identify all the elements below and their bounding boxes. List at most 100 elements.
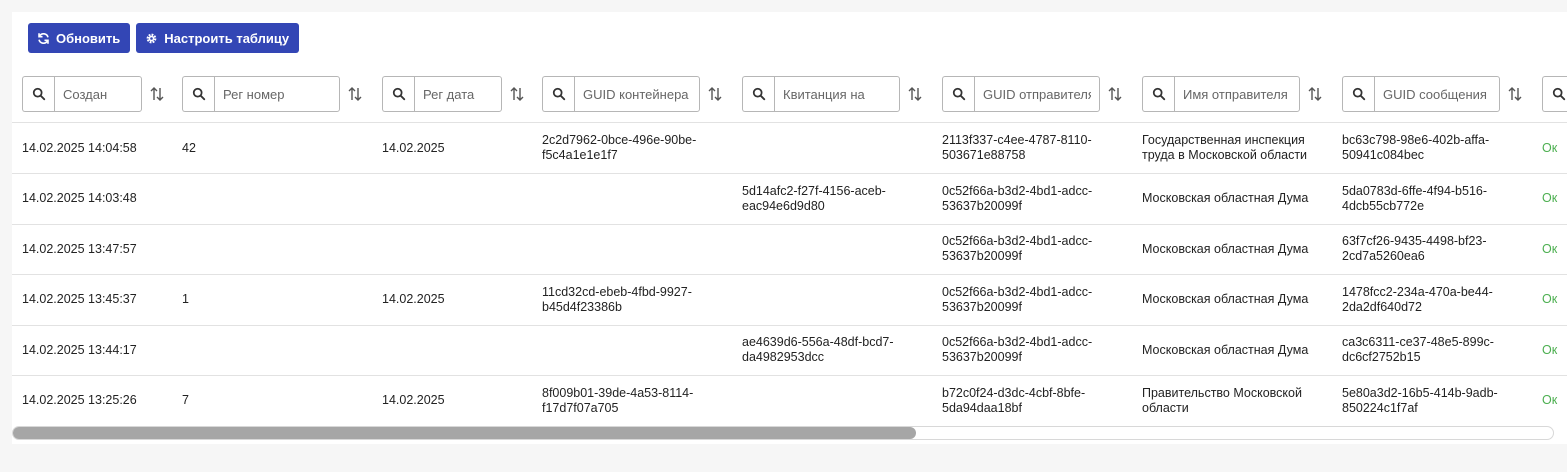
cell-reg-date: 14.02.2025 — [382, 123, 445, 173]
search-icon[interactable] — [182, 76, 214, 112]
table-row[interactable]: 14.02.2025 13:44:17 ae4639d6-556a-48df-bc… — [12, 325, 1567, 376]
column-filter-sender-guid — [942, 76, 1122, 112]
cell-text: 14.02.2025 — [382, 393, 445, 407]
cell-line: 8f009b01-39de-4a53-8114- — [542, 385, 694, 400]
table-panel: Обновить Настроить таблицу 14.02.2025 14… — [12, 12, 1567, 444]
cell-line: 4dcb55cb772e — [1342, 198, 1425, 213]
cell-text: 14.02.2025 — [382, 292, 445, 306]
sort-arrows-icon[interactable] — [510, 86, 524, 102]
cell-reg-number: 7 — [182, 376, 189, 425]
search-icon[interactable] — [1142, 76, 1174, 112]
cell-line: Московская областная Дума — [1142, 292, 1309, 306]
toolbar: Обновить Настроить таблицу — [28, 23, 300, 53]
cell-sender-name: Московская областная Дума — [1142, 224, 1308, 274]
cell-line: Московская областная Дума — [1142, 241, 1309, 256]
cell-line: 2da2df640d72 — [1342, 299, 1422, 314]
cell-receipt-for: 5d14afc2-f27f-4156-aceb-eac94e6d9d80 — [742, 174, 886, 224]
cell-message-guid: 1478fcc2-234a-470a-be44- 2da2df640d72 — [1342, 275, 1493, 325]
cell-container-guid: 2c2d7962-0bce-496e-90be-f5c4a1e1e1f7 — [542, 123, 696, 173]
sort-arrows-icon[interactable] — [1308, 86, 1322, 102]
cell-text: 14.02.2025 13:25:26 — [22, 393, 137, 407]
cell-message-guid: 5da0783d-6ffe-4f94-b516- 4dcb55cb772e — [1342, 174, 1487, 224]
cell-sender-guid: 2113f337-c4ee-4787-8110- 503671e88758 — [942, 123, 1092, 173]
cell-created: 14.02.2025 13:44:17 — [22, 325, 137, 375]
cell-line: ae4639d6-556a-48df-bcd7- — [742, 335, 894, 349]
sort-arrows-icon[interactable] — [348, 86, 362, 102]
sort-arrows-icon[interactable] — [708, 86, 722, 102]
cell-line: 53637b20099f — [942, 249, 1022, 263]
table-row[interactable]: 14.02.2025 14:04:58 42 14.02.2025 2c2d7962-… — [12, 123, 1567, 174]
table-row[interactable]: 14.02.2025 13:47:57 0c52f66a-b3d2-4bd1-ad… — [12, 224, 1567, 275]
cell-line: 2c2d7962-0bce-496e-90be- — [542, 133, 697, 147]
cell-line: 53637b20099f — [942, 299, 1022, 314]
column-filter-message-guid — [1342, 76, 1522, 112]
cell-line: Московская областная Дума — [1142, 342, 1309, 357]
cell-text: 14.02.2025 13:47:57 — [22, 241, 137, 256]
cell-line: 850224c1f7af — [1342, 400, 1418, 415]
sort-arrows-icon[interactable] — [1108, 86, 1122, 102]
column-filter-reg-date — [382, 76, 524, 112]
cell-container-guid: 8f009b01-39de-4a53-8114- f17d7f07a705 — [542, 376, 693, 425]
filter-input-reg-date[interactable] — [414, 76, 502, 112]
column-filter-next — [1542, 76, 1567, 112]
horizontal-scrollbar[interactable] — [12, 426, 1554, 440]
cell-line: области — [1142, 400, 1189, 415]
filter-input-sender-name[interactable] — [1174, 76, 1300, 112]
cell-line: Московская областная Дума — [1142, 191, 1309, 205]
cell-reg-date: 14.02.2025 — [382, 275, 445, 325]
search-icon[interactable] — [1542, 76, 1567, 112]
table-row[interactable]: 14.02.2025 13:45:37 1 14.02.2025 11cd32cd-e… — [12, 275, 1567, 326]
table-row[interactable]: 14.02.2025 13:25:26 7 14.02.2025 8f009b01-3… — [12, 376, 1567, 425]
search-icon[interactable] — [22, 76, 54, 112]
cell-line: 2cd7a5260ea6 — [1342, 249, 1425, 263]
filter-input-reg-number[interactable] — [214, 76, 340, 112]
cell-sender-guid: b72c0f24-d3dc-4cbf-8bfe- 5da94daa18bf — [942, 376, 1085, 425]
scrollbar-thumb[interactable] — [13, 427, 916, 439]
sort-arrows-icon[interactable] — [1508, 86, 1522, 102]
cell-line: 5da94daa18bf — [942, 400, 1022, 415]
cell-message-guid: ca3c6311-ce37-48e5-899c-dc6cf2752b15 — [1342, 325, 1494, 375]
cell-container-guid: 11cd32cd-ebeb-4fbd-9927- b45d4f23386b — [542, 275, 692, 325]
filter-input-message-guid[interactable] — [1374, 76, 1500, 112]
cell-text: 14.02.2025 14:03:48 — [22, 191, 137, 205]
sort-arrows-icon[interactable] — [908, 86, 922, 102]
cell-status: Ок — [1542, 191, 1558, 205]
cell-line: 0c52f66a-b3d2-4bd1-adcc- — [942, 284, 1093, 299]
filter-input-receipt-for[interactable] — [774, 76, 900, 112]
cell-line: b45d4f23386b — [542, 299, 622, 314]
cell-status: Ок — [1542, 140, 1558, 155]
cell-text: 14.02.2025 — [382, 140, 445, 155]
cell-line: dc6cf2752b15 — [1342, 350, 1421, 364]
column-filter-reg-number — [182, 76, 362, 112]
gear-icon — [146, 33, 157, 43]
cell-sender-name: Правительство Московской области — [1142, 376, 1302, 425]
cell-line: f17d7f07a705 — [542, 400, 619, 415]
cell-line: 5e80a3d2-16b5-414b-9adb- — [1342, 385, 1498, 400]
cell-created: 14.02.2025 13:45:37 — [22, 275, 137, 325]
cell-status: Ок — [1542, 393, 1558, 407]
cell-line: 63f7cf26-9435-4498-bf23- — [1342, 234, 1487, 248]
cell-line: 0c52f66a-b3d2-4bd1-adcc- — [942, 183, 1093, 198]
search-icon[interactable] — [1342, 76, 1374, 112]
search-icon[interactable] — [742, 76, 774, 112]
filter-input-container-guid[interactable] — [574, 76, 700, 112]
table-row[interactable]: 14.02.2025 14:03:48 5d14afc2-f27f-4156-ac… — [12, 174, 1567, 225]
cell-reg-date: 14.02.2025 — [382, 376, 445, 425]
filter-input-sender-guid[interactable] — [974, 76, 1100, 112]
cell-status: Ок — [1542, 342, 1558, 357]
cell-reg-number: 42 — [182, 123, 196, 173]
cell-line: 11cd32cd-ebeb-4fbd-9927- — [542, 284, 692, 299]
cell-created: 14.02.2025 14:03:48 — [22, 174, 137, 224]
search-icon[interactable] — [542, 76, 574, 112]
search-icon[interactable] — [382, 76, 414, 112]
configure-table-button[interactable]: Настроить таблицу — [136, 23, 300, 53]
cell-line: Правительство Московской — [1142, 385, 1302, 400]
refresh-button[interactable]: Обновить — [28, 23, 131, 53]
search-icon[interactable] — [942, 76, 974, 112]
cell-line: da4982953dcc — [742, 350, 825, 364]
column-filter-sender-name — [1142, 76, 1322, 112]
sort-arrows-icon[interactable] — [150, 86, 164, 102]
filter-input-created[interactable] — [54, 76, 142, 112]
cell-line: 0c52f66a-b3d2-4bd1-adcc- — [942, 234, 1093, 248]
table-header — [12, 72, 1567, 123]
